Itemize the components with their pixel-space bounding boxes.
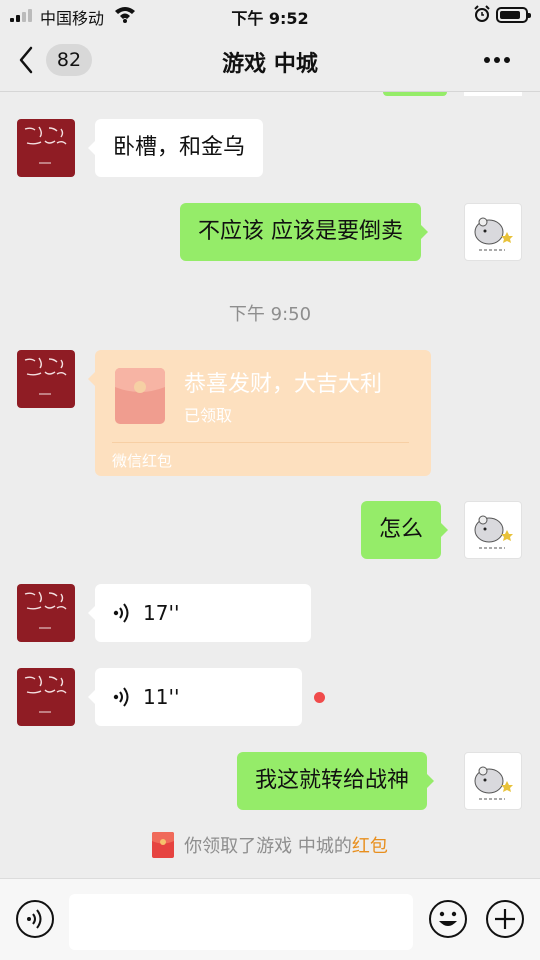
battery-icon (496, 7, 531, 23)
chat-header: 82 游戏 中城 (0, 30, 540, 92)
voice-duration: 17'' (143, 601, 180, 625)
red-packet-footer: 微信红包 (112, 452, 173, 470)
input-bar (0, 878, 540, 960)
red-packet-icon (115, 368, 165, 424)
more-icon[interactable] (484, 57, 510, 63)
voice-duration: 11'' (143, 685, 180, 709)
message-timestamp: 下午 9:50 (228, 304, 312, 325)
contact-avatar[interactable] (17, 584, 75, 642)
clock: 下午 9:52 (231, 9, 309, 28)
partial-sent-bubble (383, 92, 447, 96)
my-avatar[interactable] (464, 752, 522, 810)
plus-icon[interactable] (485, 899, 525, 939)
divider (112, 442, 409, 443)
contact-avatar[interactable] (17, 668, 75, 726)
red-packet-status: 已领取 (184, 406, 233, 425)
voice-message[interactable]: 11'' (88, 668, 302, 726)
sent-message[interactable]: 怎么 (361, 501, 449, 559)
voice-icon (113, 687, 129, 707)
sent-message[interactable]: 我这就转给战神 (237, 752, 435, 810)
voice-icon (113, 603, 129, 623)
voice-message[interactable]: 17'' (88, 584, 311, 642)
unread-dot (314, 692, 325, 703)
system-notice-text: 你领取了游戏 中城的 (184, 836, 352, 857)
my-avatar[interactable] (464, 203, 522, 261)
received-message[interactable]: 卧槽，和金乌 (87, 119, 264, 177)
contact-avatar[interactable] (17, 119, 75, 177)
partial-avatar (464, 92, 522, 96)
system-notice: 你领取了游戏 中城的红包 (0, 832, 540, 858)
emoji-icon[interactable] (428, 899, 468, 939)
red-packet-card[interactable]: 恭喜发财，大吉大利 已领取 微信红包 (88, 350, 431, 476)
message-input[interactable] (69, 894, 413, 950)
alarm-icon (474, 5, 490, 22)
sent-message[interactable]: 不应该 应该是要倒卖 (180, 203, 428, 261)
red-packet-icon (152, 832, 175, 858)
red-packet-greeting: 恭喜发财，大吉大利 (184, 372, 383, 397)
red-packet-link[interactable]: 红包 (352, 836, 388, 857)
my-avatar[interactable] (464, 501, 522, 559)
contact-avatar[interactable] (17, 350, 75, 408)
status-bar: 中国移动 下午 9:52 (0, 0, 540, 30)
voice-input-icon[interactable] (15, 899, 55, 939)
chat-title: 游戏 中城 (222, 52, 318, 77)
